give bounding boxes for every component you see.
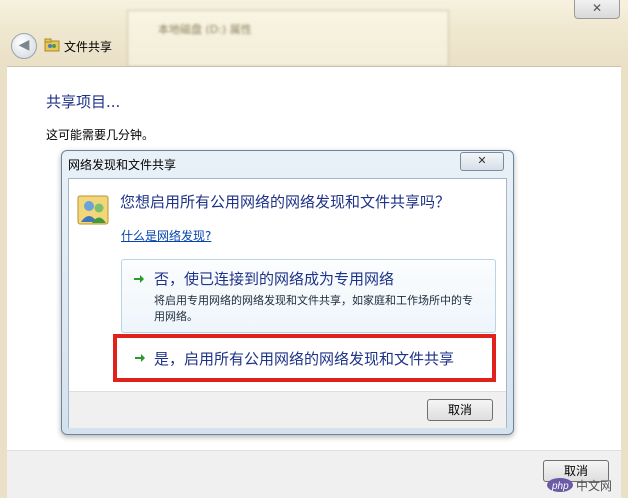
dialog-cancel-button[interactable]: 取消 [427,399,493,421]
svg-text:中文网: 中文网 [576,478,612,493]
dialog-question: 您想启用所有公用网络的网络发现和文件共享吗？ [120,193,451,211]
window-title: 文件共享 [64,40,113,54]
dialog-footer: 取消 [69,391,506,428]
option-no-description: 将启用专用网络的网络发现和文件共享，如家庭和工作场所中的专用网络。 [154,294,473,323]
file-sharing-window: 本地磁盘 (D:) 属性 ✕ ◀ 文件共享 共享项目... 这可能需要几分钟。 … [0,0,628,498]
back-button[interactable]: ◀ [11,33,37,59]
dialog-title: 网络发现和文件共享 [68,158,177,172]
option-no-title: 否，使已连接到的网络成为专用网络 [154,270,395,288]
option-yes-title: 是，启用所有公用网络的网络发现和文件共享 [154,350,455,368]
close-icon: ✕ [591,1,603,15]
network-discovery-dialog: 网络发现和文件共享 ✕ 您想启用所有公用网络的网络发现和文件共享吗？ 什么是网络… [61,150,514,435]
dialog-close-button[interactable]: ✕ [460,152,504,171]
green-arrow-icon [135,354,145,362]
watermark-logo: php 中文网 [547,478,612,493]
share-folder-icon [44,38,60,52]
back-arrow-icon: ◀ [18,37,30,53]
background-window: 本地磁盘 (D:) 属性 [127,10,449,67]
people-icon [77,195,109,225]
help-link-network-discovery[interactable]: 什么是网络发现? [121,227,211,244]
page-heading: 共享项目... [46,93,121,111]
background-window-title: 本地磁盘 (D:) 属性 [158,23,252,36]
wait-message: 这可能需要几分钟。 [46,128,155,142]
close-icon: ✕ [477,154,487,167]
bottom-bar: 取消 [7,450,621,498]
window-close-button[interactable]: ✕ [574,0,620,19]
option-no-private-network[interactable]: 否，使已连接到的网络成为专用网络 将启用专用网络的网络发现和文件共享，如家庭和工… [121,259,496,333]
svg-text:php: php [551,481,569,492]
option-yes-enable-public[interactable]: 是，启用所有公用网络的网络发现和文件共享 [113,334,496,382]
green-arrow-icon [134,275,144,283]
dialog-body: 您想启用所有公用网络的网络发现和文件共享吗？ 什么是网络发现? 否，使已连接到的… [68,178,507,428]
